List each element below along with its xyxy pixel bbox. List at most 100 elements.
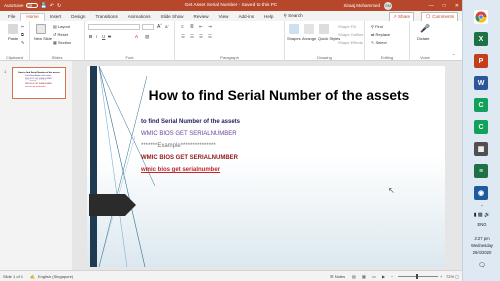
shapes-button[interactable]: Shapes [287,36,301,41]
shape-outline-button[interactable]: Shape Outline [338,32,363,37]
select-button[interactable]: ↖ Select [371,40,387,45]
section-button[interactable]: ▦ Section [53,40,71,45]
quick-styles-button[interactable]: Quick Styles [318,36,340,41]
slide-title[interactable]: How to find Serial Number of the assets [129,88,429,103]
zoom-out-button[interactable]: − [391,274,393,279]
spellcheck-icon[interactable]: ✍ [30,274,35,279]
slide-thumbnail[interactable]: How to find Serial Number of the assets … [12,67,66,99]
tab-design[interactable]: Design [66,14,90,21]
reset-button[interactable]: ↺ Reset [53,32,68,37]
slideshow-icon[interactable]: ▶ [382,274,385,279]
slides-label: Slides [51,55,63,60]
cut-icon[interactable]: ✂ [21,24,24,29]
font-size-field[interactable] [142,24,154,30]
slide-sorter-icon[interactable]: ▦ [362,274,366,279]
redo-icon[interactable]: ↻ [57,3,61,9]
underline-button[interactable]: U [102,34,105,39]
system-tray-icons[interactable]: ▮ ▩ 🔊 [465,212,499,218]
arrange-icon[interactable] [304,24,314,34]
align-left-icon[interactable]: ☰ [181,34,185,40]
arrow-shape [89,194,136,216]
tab-slide-show[interactable]: Slide Show [156,14,189,21]
font-name-field[interactable] [88,24,140,30]
notification-icon[interactable]: 🗨 [465,262,499,269]
word-icon[interactable]: W [474,76,488,90]
shape-effects-button[interactable]: Shape Effects [338,40,363,45]
autosave[interactable]: AutoSave Off [4,3,38,8]
tab-add-ins[interactable]: Add-ins [233,14,259,21]
find-button[interactable]: ⚲ Find [371,24,383,29]
copy-icon[interactable]: ⧉ [21,32,24,37]
font-color-icon[interactable]: A [135,34,138,39]
blue-app-icon[interactable]: ◉ [474,186,488,200]
highlight-icon[interactable]: ▧ [145,34,149,40]
tab-review[interactable]: Review [189,14,214,21]
align-center-icon[interactable]: ☰ [190,34,194,40]
justify-icon[interactable]: ☰ [208,34,212,40]
slide-canvas[interactable]: How to find Serial Number of the assets … [87,66,445,267]
excel-icon[interactable]: X [474,32,488,46]
calculator-icon[interactable]: ▦ [474,142,488,156]
maximize-button[interactable]: □ [443,3,446,9]
tab-insert[interactable]: Insert [45,14,67,21]
quick-styles-icon[interactable] [319,24,329,34]
dictate-button[interactable]: Dictate [417,36,429,41]
autosave-toggle[interactable]: Off [25,3,38,8]
zoom-level[interactable]: 72% [446,274,454,279]
shrink-font-icon[interactable]: Aˇ [165,24,169,29]
layout-button[interactable]: ▤ Layout [53,24,70,29]
user-name[interactable]: Siraaj Mohammed [343,3,380,8]
paste-button[interactable]: Paste [8,36,18,41]
decrease-indent-icon[interactable]: ⇤ [199,24,203,30]
microphone-icon[interactable]: 🎤 [420,24,430,33]
zoom-slider[interactable] [398,276,438,277]
shapes-icon[interactable] [289,24,299,34]
tab-file[interactable]: File [3,14,20,21]
green-app-icon-2[interactable]: C [474,120,488,134]
font-label: Font [125,55,134,60]
chrome-icon[interactable] [474,10,488,24]
increase-indent-icon[interactable]: ⇥ [208,24,212,30]
show-hidden-icons[interactable]: ⌃ [465,204,499,209]
new-slide-icon[interactable] [36,24,46,34]
align-right-icon[interactable]: ☰ [199,34,203,40]
normal-view-icon[interactable]: ▤ [352,274,356,279]
shape-fill-button[interactable]: Shape Fill [338,24,356,29]
powerpoint-icon[interactable]: P [474,54,488,68]
clock-time[interactable]: 3:27 pm [465,236,499,241]
language-indicator[interactable]: English (Singapore) [38,274,73,279]
tab-view[interactable]: View [214,14,234,21]
reading-view-icon[interactable]: ▭ [372,274,376,279]
fit-slide-icon[interactable]: ▢ [455,274,459,279]
slide-body-text[interactable]: to find Serial Number of the assets WMIC… [141,116,240,176]
input-language[interactable]: ENG [465,222,499,227]
slide-info: Slide 1 of 1 [3,274,24,279]
minimize-button[interactable]: — [429,3,434,9]
format-painter-icon[interactable]: ✎ [21,40,24,45]
grow-font-icon[interactable]: Aˆ [157,24,162,30]
bold-button[interactable]: B [89,34,92,39]
close-button[interactable]: ✕ [455,3,459,9]
tab-help[interactable]: Help [259,14,278,21]
numbering-icon[interactable]: ≣ [190,24,194,30]
replace-button[interactable]: ⇄ Replace [371,32,390,37]
save-icon[interactable]: 💾 [41,3,47,9]
collapse-ribbon-icon[interactable]: ⌃ [452,53,455,58]
strikethrough-button[interactable]: S [108,34,111,39]
new-slide-button[interactable]: New Slide [34,36,52,41]
notes-button[interactable]: ☰ Notes [330,274,345,279]
avatar[interactable]: SM [384,1,392,10]
tab-transitions[interactable]: Transitions [90,14,122,21]
tab-home[interactable]: Home [20,13,45,21]
bullets-icon[interactable]: ≡ [181,24,184,29]
notes-app-icon[interactable]: ≡ [474,164,488,178]
zoom-in-button[interactable]: + [440,274,442,279]
tab-animations[interactable]: Animations [123,14,156,21]
arrange-button[interactable]: Arrange [302,36,316,41]
search-box[interactable]: ⚲ Search [278,13,307,21]
italic-button[interactable]: I [96,34,97,39]
zoom-slider-thumb[interactable] [416,274,418,279]
paste-icon[interactable] [8,24,18,34]
undo-icon[interactable]: ↶ [50,3,54,9]
green-app-icon[interactable]: C [474,98,488,112]
